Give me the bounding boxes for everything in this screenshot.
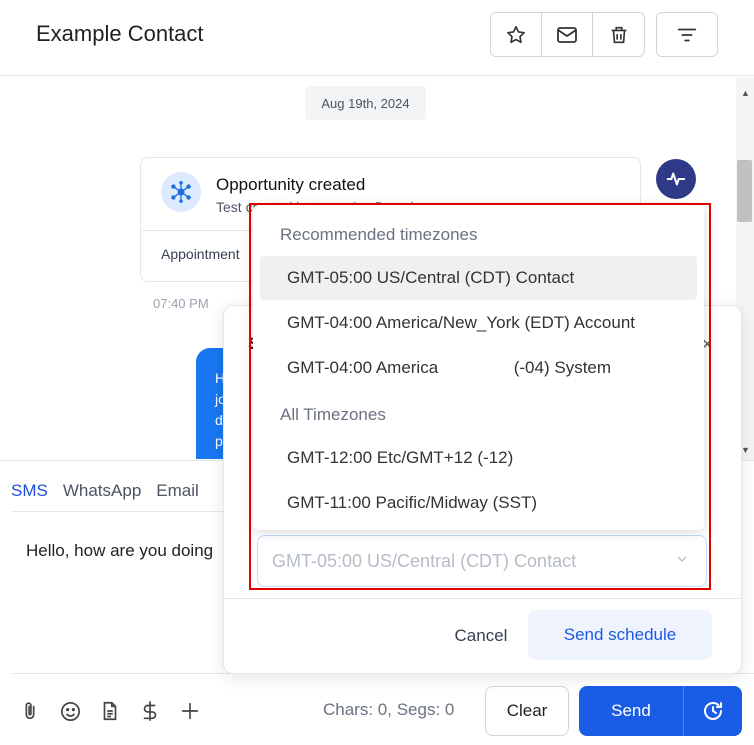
timezone-option[interactable]: GMT-05:00 US/Central (CDT) Contact [260, 256, 697, 300]
modal-footer-divider [224, 598, 741, 599]
opportunity-icon [161, 172, 201, 212]
timezone-dropdown: Recommended timezones GMT-05:00 US/Centr… [253, 205, 704, 530]
filter-icon [677, 28, 697, 41]
all-timezones-group-label: All Timezones [280, 405, 386, 424]
add-button[interactable] [178, 699, 202, 723]
clear-button[interactable]: Clear [485, 686, 569, 736]
recommended-group-label: Recommended timezones [280, 225, 478, 244]
plus-icon [181, 702, 199, 720]
timezone-option[interactable]: GMT-04:00 America/New_York (EDT) Account [260, 301, 697, 345]
opportunity-appointment: Appointment [161, 246, 240, 262]
scroll-up-arrow-icon[interactable]: ▲ [741, 88, 750, 98]
scroll-down-arrow-icon[interactable]: ▼ [741, 445, 750, 455]
timezone-select-value: GMT-05:00 US/Central (CDT) Contact [272, 551, 577, 571]
tab-email[interactable]: Email [156, 481, 199, 501]
message-time: 07:40 PM [153, 296, 209, 311]
message-input[interactable]: Hello, how are you doing [26, 541, 213, 561]
emoji-icon [60, 701, 80, 721]
tab-sms[interactable]: SMS [11, 481, 48, 501]
star-button[interactable] [491, 13, 542, 56]
timezone-option[interactable]: GMT-11:00 Pacific/Midway (SST) [260, 481, 697, 525]
activity-icon [666, 172, 686, 186]
schedule-clock-icon [704, 702, 722, 720]
timezone-option[interactable]: GMT-12:00 Etc/GMT+12 (-12) [260, 436, 697, 480]
star-icon [507, 25, 525, 43]
document-icon [103, 701, 117, 721]
attach-button[interactable] [18, 699, 42, 723]
send-schedule-button[interactable]: Send schedule [528, 610, 712, 660]
char-count: Chars: 0, Segs: 0 [323, 700, 455, 719]
cancel-button[interactable]: Cancel [433, 611, 529, 661]
activity-avatar [656, 159, 696, 199]
channel-tabs: SMS WhatsApp Email [11, 481, 199, 501]
delete-button[interactable] [593, 13, 644, 56]
tabs-divider [11, 511, 231, 512]
date-separator: Aug 19th, 2024 [305, 86, 426, 120]
opportunity-title: Opportunity created [216, 175, 366, 194]
scrollbar-thumb[interactable] [737, 160, 752, 222]
tab-whatsapp[interactable]: WhatsApp [63, 481, 141, 501]
timezone-option[interactable]: GMT-04:00 America (-04) System [260, 346, 697, 390]
emoji-button[interactable] [58, 699, 82, 723]
payment-button[interactable] [138, 699, 162, 723]
template-button[interactable] [98, 699, 122, 723]
header-action-group [490, 12, 645, 57]
dollar-icon [143, 701, 157, 721]
filter-button[interactable] [656, 12, 718, 57]
contact-title: Example Contact [36, 21, 204, 46]
schedule-button[interactable] [683, 686, 742, 736]
send-button[interactable]: Send [579, 686, 683, 736]
contact-header: Example Contact [0, 0, 754, 76]
chevron-down-icon [677, 556, 687, 562]
mail-icon [557, 26, 577, 43]
paperclip-icon [25, 702, 35, 720]
trash-icon [611, 26, 626, 43]
email-button[interactable] [542, 13, 593, 56]
timezone-select[interactable]: GMT-05:00 US/Central (CDT) Contact [257, 535, 707, 587]
